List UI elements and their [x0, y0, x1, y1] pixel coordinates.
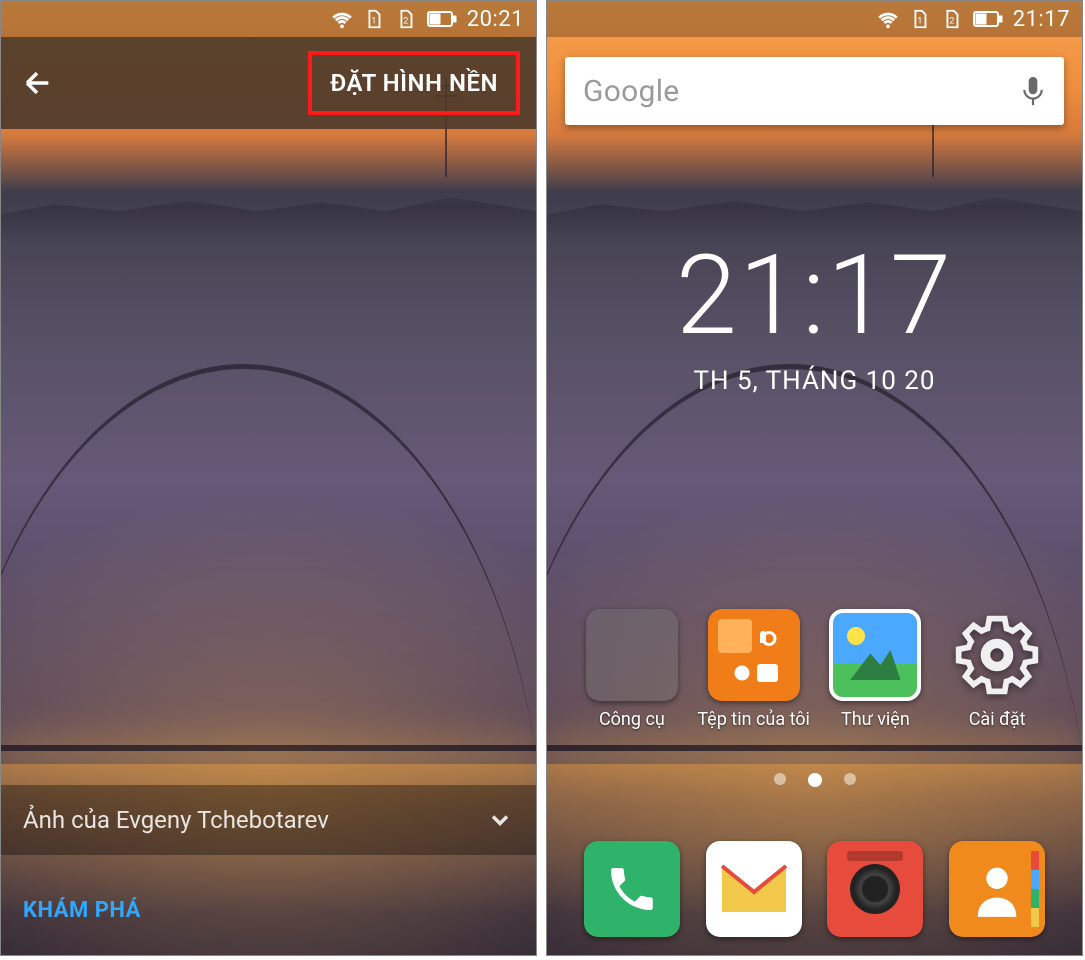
explore-link[interactable]: KHÁM PHÁ: [23, 898, 141, 923]
chevron-down-icon: [486, 806, 514, 834]
camera-lens-icon: [850, 864, 900, 914]
status-bar: 1 2 20:21: [1, 1, 536, 37]
app-label: Tệp tin của tôi: [697, 709, 810, 730]
sim2-icon: 2: [395, 8, 417, 30]
gallery-icon: [829, 609, 921, 701]
battery-icon: [973, 8, 1003, 30]
page-dot: [844, 773, 856, 785]
svg-text:2: 2: [949, 17, 955, 27]
app-bar: ĐẶT HÌNH NỀN: [1, 37, 536, 129]
back-button[interactable]: [17, 63, 57, 103]
wifi-icon: [877, 8, 899, 30]
photo-credit-row[interactable]: Ảnh của Evgeny Tchebotarev: [1, 785, 536, 855]
sim1-icon: 1: [909, 8, 931, 30]
set-wallpaper-button[interactable]: ĐẶT HÌNH NỀN: [308, 51, 520, 115]
page-indicator[interactable]: [547, 773, 1082, 787]
google-search-bar[interactable]: Google: [565, 57, 1064, 125]
app-my-files[interactable]: Tệp tin của tôi: [698, 609, 810, 730]
battery-icon: [427, 8, 457, 30]
app-row: Công cụ Tệp tin của tôi Thư viện Cài đặt: [547, 609, 1082, 730]
app-gallery[interactable]: Thư viện: [819, 609, 931, 730]
microphone-icon[interactable]: [1020, 74, 1046, 108]
wifi-icon: [331, 8, 353, 30]
dock-contacts[interactable]: [949, 841, 1045, 937]
status-time: 20:21: [467, 7, 524, 32]
dock-camera[interactable]: [827, 841, 923, 937]
dock-mail[interactable]: [706, 841, 802, 937]
clock-time: 21:17: [547, 231, 1082, 360]
app-label: Cài đặt: [969, 709, 1026, 730]
gear-icon: [951, 609, 1043, 701]
folder-icon: [586, 609, 678, 701]
sim2-icon: 2: [941, 8, 963, 30]
app-tools-folder[interactable]: Công cụ: [576, 609, 688, 730]
dock: [547, 841, 1082, 937]
svg-text:1: 1: [917, 17, 923, 27]
svg-text:1: 1: [371, 17, 377, 27]
app-label: Thư viện: [841, 709, 910, 730]
clock-widget[interactable]: 21:17 TH 5, THÁNG 10 20: [547, 231, 1082, 396]
files-icon: [708, 609, 800, 701]
search-placeholder: Google: [583, 74, 1020, 109]
clock-date: TH 5, THÁNG 10 20: [547, 366, 1082, 396]
page-dot: [774, 773, 786, 785]
sim1-icon: 1: [363, 8, 385, 30]
status-time: 21:17: [1013, 7, 1070, 32]
status-bar: 1 2 21:17: [547, 1, 1082, 37]
svg-text:2: 2: [403, 17, 409, 27]
dock-phone[interactable]: [584, 841, 680, 937]
photo-credit-text: Ảnh của Evgeny Tchebotarev: [23, 806, 329, 834]
app-label: Công cụ: [599, 709, 665, 730]
app-settings[interactable]: Cài đặt: [941, 609, 1053, 730]
page-dot-current: [808, 773, 822, 787]
home-screen: 1 2 21:17 Google 21:17 TH 5, THÁNG 10 20…: [546, 0, 1083, 956]
wallpaper-picker-screen: 1 2 20:21 ĐẶT HÌNH NỀN Ảnh của Evgeny Tc…: [0, 0, 537, 956]
